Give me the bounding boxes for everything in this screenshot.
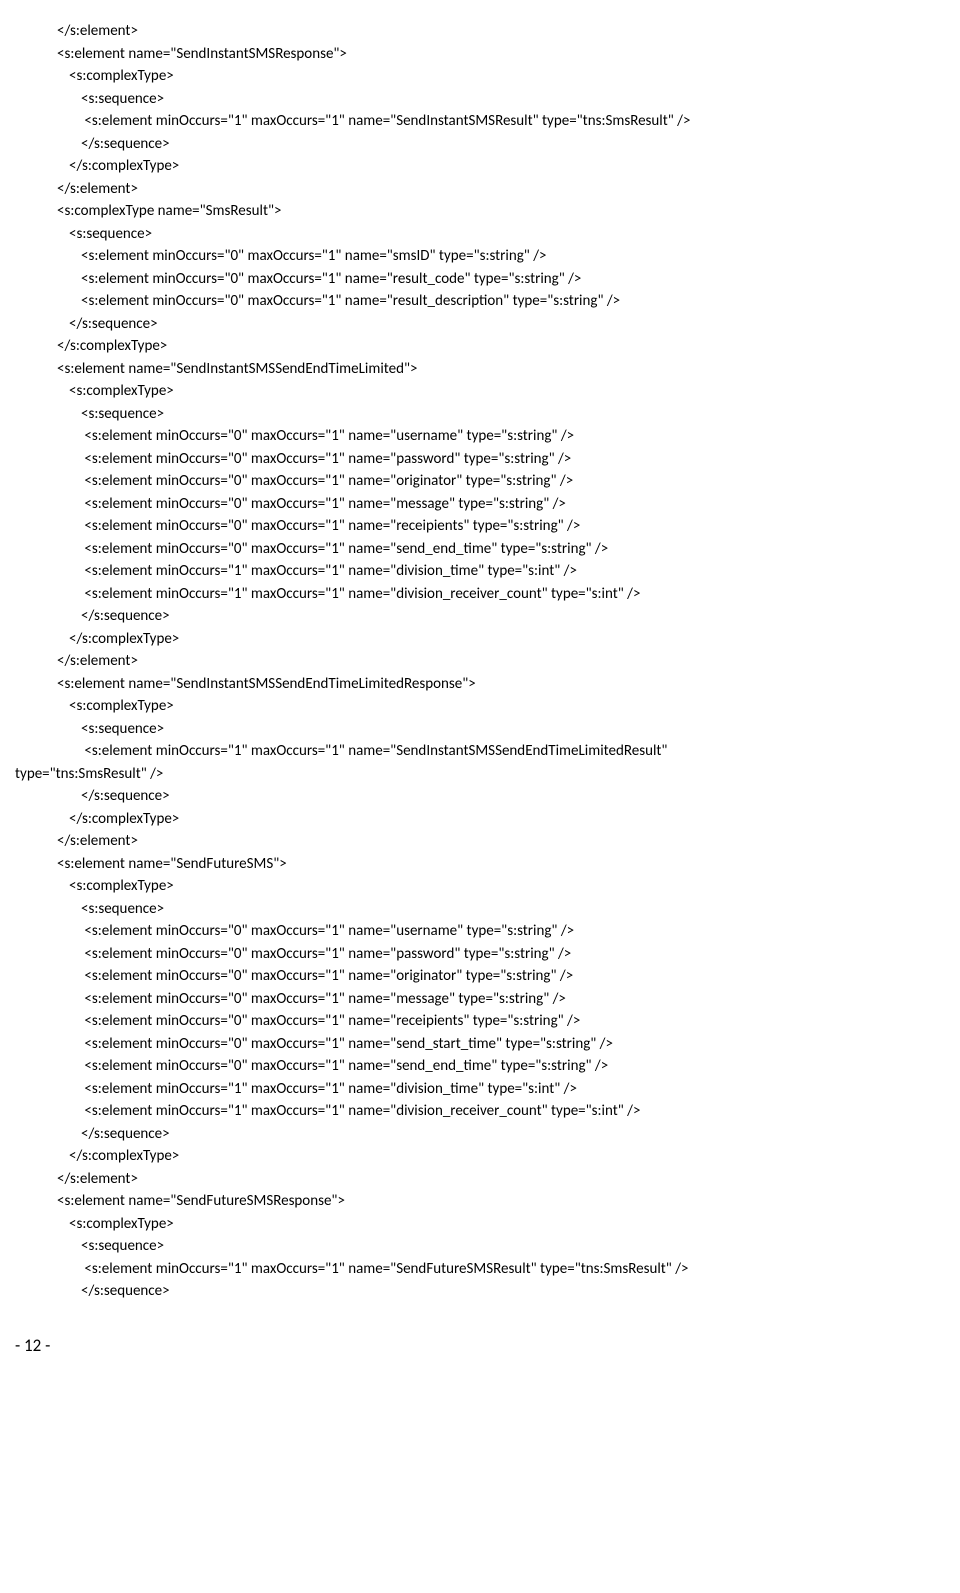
code-line: <s:sequence> (15, 403, 945, 426)
code-line: <s:complexType> (15, 380, 945, 403)
code-line: </s:sequence> (15, 1123, 945, 1146)
code-line: <s:element minOccurs="0" maxOccurs="1" n… (15, 290, 945, 313)
code-line: <s:element minOccurs="1" maxOccurs="1" n… (15, 1258, 945, 1281)
code-line: <s:element minOccurs="1" maxOccurs="1" n… (15, 583, 945, 606)
code-line: <s:element minOccurs="0" maxOccurs="1" n… (15, 538, 945, 561)
code-line: </s:sequence> (15, 785, 945, 808)
code-line: <s:element minOccurs="0" maxOccurs="1" n… (15, 1033, 945, 1056)
code-line: <s:sequence> (15, 223, 945, 246)
code-line: </s:element> (15, 650, 945, 673)
code-line: </s:complexType> (15, 335, 945, 358)
code-line: </s:sequence> (15, 605, 945, 628)
page-number: - 12 - (15, 1333, 945, 1359)
code-line: <s:element minOccurs="0" maxOccurs="1" n… (15, 515, 945, 538)
code-line: <s:element minOccurs="0" maxOccurs="1" n… (15, 988, 945, 1011)
code-line: <s:complexType name="SmsResult"> (15, 200, 945, 223)
code-line: </s:complexType> (15, 808, 945, 831)
code-line: <s:element minOccurs="0" maxOccurs="1" n… (15, 920, 945, 943)
code-line: </s:sequence> (15, 313, 945, 336)
code-line: </s:complexType> (15, 1145, 945, 1168)
code-line: <s:complexType> (15, 1213, 945, 1236)
code-line: <s:element minOccurs="1" maxOccurs="1" n… (15, 740, 945, 763)
code-line: type="tns:SmsResult" /> (15, 763, 945, 786)
code-line: </s:sequence> (15, 1280, 945, 1303)
code-line: <s:element minOccurs="0" maxOccurs="1" n… (15, 1055, 945, 1078)
code-line: <s:complexType> (15, 65, 945, 88)
code-line: </s:complexType> (15, 628, 945, 651)
code-line: <s:element minOccurs="0" maxOccurs="1" n… (15, 245, 945, 268)
code-line: <s:element name="SendInstantSMSSendEndTi… (15, 358, 945, 381)
code-line: </s:element> (15, 20, 945, 43)
code-line: </s:element> (15, 830, 945, 853)
code-line: <s:sequence> (15, 1235, 945, 1258)
code-line: <s:sequence> (15, 88, 945, 111)
code-line: </s:complexType> (15, 155, 945, 178)
code-line: </s:sequence> (15, 133, 945, 156)
code-line: <s:complexType> (15, 695, 945, 718)
code-line: <s:element minOccurs="0" maxOccurs="1" n… (15, 425, 945, 448)
code-line: </s:element> (15, 178, 945, 201)
code-line: <s:sequence> (15, 898, 945, 921)
code-line: <s:element minOccurs="1" maxOccurs="1" n… (15, 110, 945, 133)
code-line: <s:element minOccurs="0" maxOccurs="1" n… (15, 943, 945, 966)
code-line: <s:element name="SendFutureSMS"> (15, 853, 945, 876)
code-line: <s:element minOccurs="1" maxOccurs="1" n… (15, 560, 945, 583)
code-line: <s:element minOccurs="0" maxOccurs="1" n… (15, 965, 945, 988)
code-line: <s:complexType> (15, 875, 945, 898)
code-line: <s:element minOccurs="0" maxOccurs="1" n… (15, 470, 945, 493)
code-line: <s:sequence> (15, 718, 945, 741)
code-line: <s:element minOccurs="0" maxOccurs="1" n… (15, 1010, 945, 1033)
code-line: <s:element name="SendInstantSMSSendEndTi… (15, 673, 945, 696)
code-line: <s:element minOccurs="1" maxOccurs="1" n… (15, 1078, 945, 1101)
code-line: <s:element name="SendFutureSMSResponse"> (15, 1190, 945, 1213)
code-line: <s:element minOccurs="0" maxOccurs="1" n… (15, 268, 945, 291)
code-line: <s:element name="SendInstantSMSResponse"… (15, 43, 945, 66)
code-line: <s:element minOccurs="1" maxOccurs="1" n… (15, 1100, 945, 1123)
document-body: </s:element><s:element name="SendInstant… (15, 20, 945, 1303)
code-line: <s:element minOccurs="0" maxOccurs="1" n… (15, 448, 945, 471)
code-line: </s:element> (15, 1168, 945, 1191)
code-line: <s:element minOccurs="0" maxOccurs="1" n… (15, 493, 945, 516)
